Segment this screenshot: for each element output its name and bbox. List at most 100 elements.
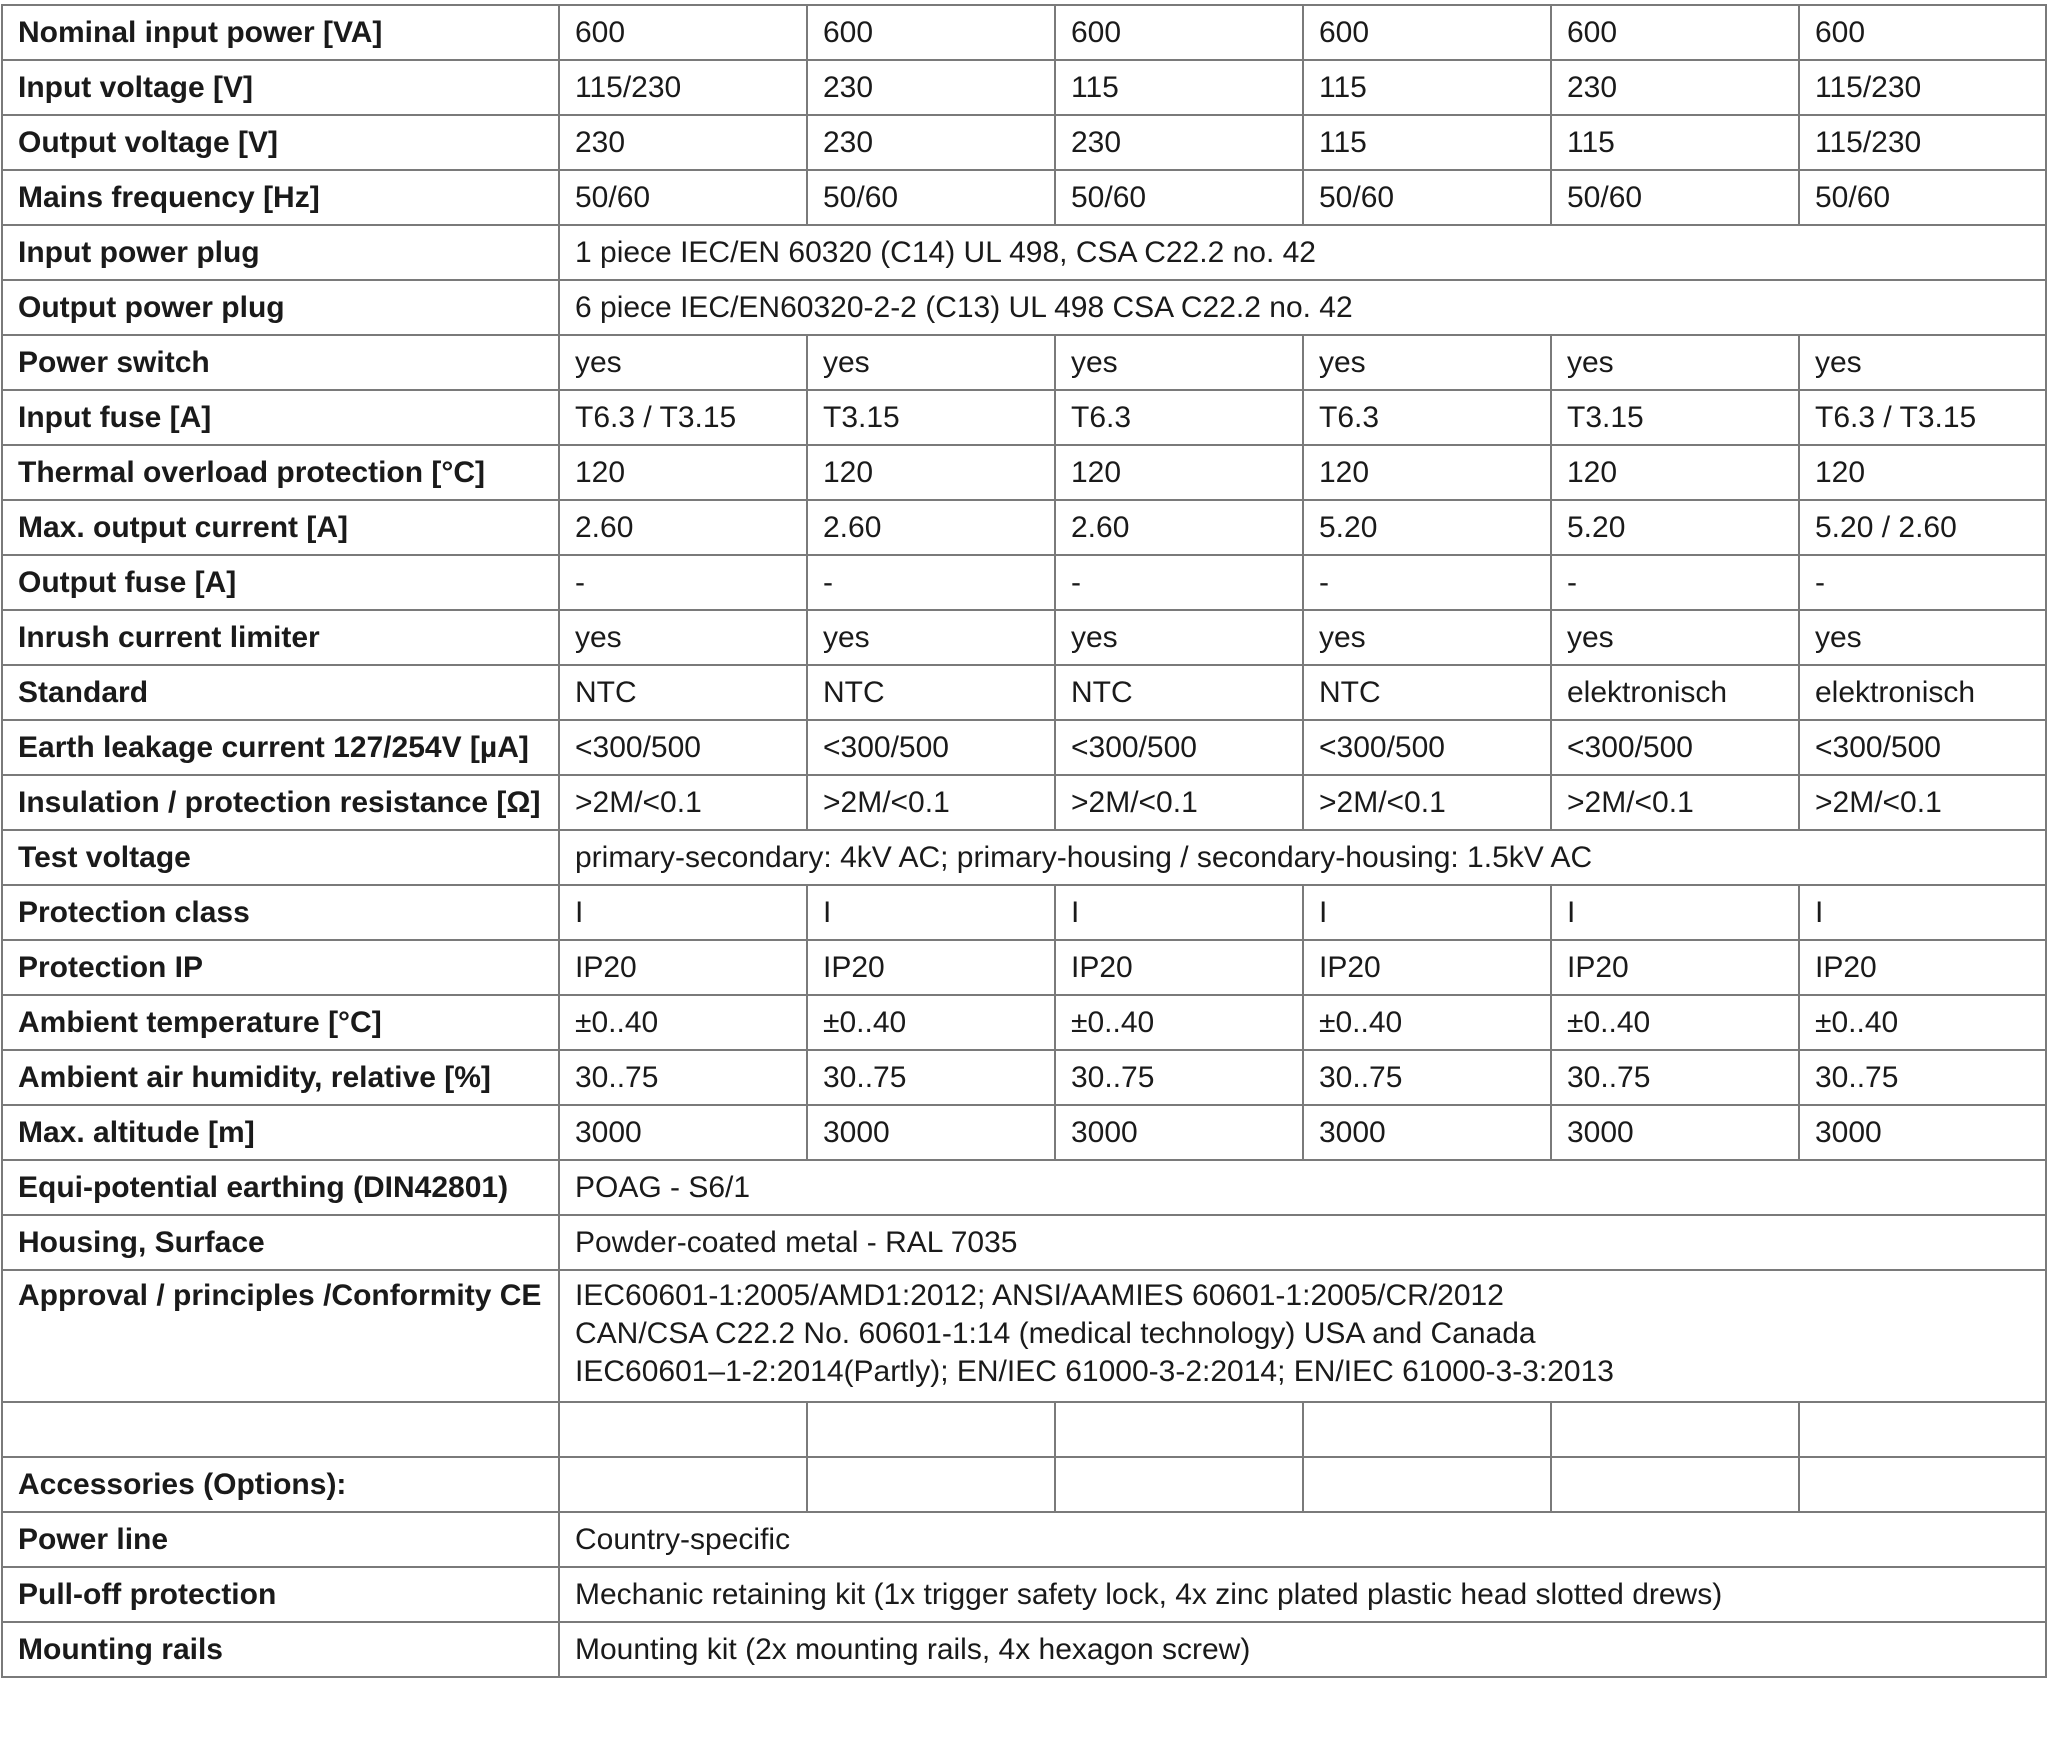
table-row: Input voltage [V] 115/230 230 115 115 230 115/…: [1, 59, 2047, 116]
table-cell: 600: [1550, 4, 1800, 61]
row-label: Standard: [1, 664, 560, 721]
table-cell: 600: [1054, 4, 1304, 61]
table-cell: [1302, 1401, 1552, 1458]
table-row: Input fuse [A] T6.3 / T3.15 T3.15 T6.3 T6.3 T…: [1, 389, 2047, 446]
table-row: Housing, Surface Powder-coated metal - RA…: [1, 1214, 2047, 1271]
table-cell: 120: [806, 444, 1056, 501]
row-label: Output voltage [V]: [1, 114, 560, 171]
table-cell: yes: [1302, 609, 1552, 666]
table-cell: 230: [1054, 114, 1304, 171]
row-label: Input voltage [V]: [1, 59, 560, 116]
table-cell: I: [1302, 884, 1552, 941]
table-cell: -: [1550, 554, 1800, 611]
table-cell: I: [1798, 884, 2047, 941]
table-row: Earth leakage current 127/254V [µA] <300/…: [1, 719, 2047, 776]
table-cell: 600: [806, 4, 1056, 61]
table-cell: [806, 1401, 1056, 1458]
table-cell: <300/500: [558, 719, 808, 776]
table-cell-span: Mounting kit (2x mounting rails, 4x hexa…: [558, 1621, 2047, 1678]
table-row: Standard NTC NTC NTC NTC elektronisch elektron…: [1, 664, 2047, 721]
row-label: Inrush current limiter: [1, 609, 560, 666]
table-cell: [558, 1456, 808, 1513]
table-cell: yes: [1798, 609, 2047, 666]
table-cell: IP20: [1798, 939, 2047, 996]
row-label: Insulation / protection resistance [Ω]: [1, 774, 560, 831]
table-cell: IP20: [1054, 939, 1304, 996]
table-cell: -: [1302, 554, 1552, 611]
table-cell: 600: [1302, 4, 1552, 61]
table-cell: 120: [1302, 444, 1552, 501]
row-label: Power switch: [1, 334, 560, 391]
table-cell: yes: [558, 334, 808, 391]
table-cell-span: Mechanic retaining kit (1x trigger safet…: [558, 1566, 2047, 1623]
table-cell: 600: [1798, 4, 2047, 61]
table-cell: -: [1798, 554, 2047, 611]
table-row: Output voltage [V] 230 230 230 115 115 115/230: [1, 114, 2047, 171]
table-cell-span: primary-secondary: 4kV AC; primary-housi…: [558, 829, 2047, 886]
table-row: Mounting rails Mounting kit (2x mounting …: [1, 1621, 2047, 1678]
table-cell: NTC: [1302, 664, 1552, 721]
table-cell: yes: [1302, 334, 1552, 391]
row-label: Mounting rails: [1, 1621, 560, 1678]
table-cell: [1054, 1401, 1304, 1458]
table-cell: yes: [1798, 334, 2047, 391]
table-row: Max. output current [A] 2.60 2.60 2.60 5.20 5…: [1, 499, 2047, 556]
table-cell: 5.20: [1550, 499, 1800, 556]
table-cell: 30..75: [558, 1049, 808, 1106]
table-row: Inrush current limiter yes yes yes yes yes yes: [1, 609, 2047, 666]
row-label: Protection class: [1, 884, 560, 941]
table-cell: IP20: [806, 939, 1056, 996]
row-label: Nominal input power [VA]: [1, 4, 560, 61]
table-row: Insulation / protection resistance [Ω] >2…: [1, 774, 2047, 831]
row-label: Power line: [1, 1511, 560, 1568]
table-cell: >2M/<0.1: [1550, 774, 1800, 831]
table-cell: 3000: [558, 1104, 808, 1161]
table-cell: I: [1054, 884, 1304, 941]
table-cell: ±0..40: [1054, 994, 1304, 1051]
table-cell: 30..75: [1302, 1049, 1552, 1106]
table-cell: ±0..40: [806, 994, 1056, 1051]
table-row: Equi-potential earthing (DIN42801) POAG -…: [1, 1159, 2047, 1216]
table-cell: 50/60: [806, 169, 1056, 226]
table-cell: T6.3: [1054, 389, 1304, 446]
table-cell: ±0..40: [1302, 994, 1552, 1051]
table-cell: <300/500: [1798, 719, 2047, 776]
table-cell: 230: [558, 114, 808, 171]
table-cell: [1302, 1456, 1552, 1513]
table-cell: >2M/<0.1: [558, 774, 808, 831]
row-label: Accessories (Options):: [1, 1456, 560, 1513]
table-cell: I: [558, 884, 808, 941]
table-cell: 5.20: [1302, 499, 1552, 556]
table-row: Ambient air humidity, relative [%] 30..75…: [1, 1049, 2047, 1106]
table-cell: >2M/<0.1: [806, 774, 1056, 831]
table-cell: <300/500: [1054, 719, 1304, 776]
row-label: Ambient temperature [°C]: [1, 994, 560, 1051]
table-row: Pull-off protection Mechanic retaining ki…: [1, 1566, 2047, 1623]
table-row: Mains frequency [Hz] 50/60 50/60 50/60 50/60…: [1, 169, 2047, 226]
specification-table: Nominal input power [VA] 600 600 600 600 600 6…: [1, 4, 2047, 1678]
table-cell: 3000: [806, 1104, 1056, 1161]
row-label: Earth leakage current 127/254V [µA]: [1, 719, 560, 776]
table-cell: T3.15: [1550, 389, 1800, 446]
row-label: [1, 1401, 560, 1458]
table-cell: 230: [806, 59, 1056, 116]
table-cell: 50/60: [1550, 169, 1800, 226]
table-cell: 120: [558, 444, 808, 501]
specification-table-body: Nominal input power [VA] 600 600 600 600 600 6…: [1, 4, 2047, 1678]
table-cell: 3000: [1054, 1104, 1304, 1161]
table-cell: T3.15: [806, 389, 1056, 446]
table-row: Nominal input power [VA] 600 600 600 600 600 6…: [1, 4, 2047, 61]
table-row: Thermal overload protection [°C] 120 120 12…: [1, 444, 2047, 501]
table-cell: yes: [806, 609, 1056, 666]
table-cell: elektronisch: [1550, 664, 1800, 721]
table-row: Test voltage primary-secondary: 4kV AC; p…: [1, 829, 2047, 886]
table-cell: 120: [1550, 444, 1800, 501]
table-cell: 120: [1798, 444, 2047, 501]
table-cell: I: [806, 884, 1056, 941]
table-cell: [1550, 1401, 1800, 1458]
table-cell: [806, 1456, 1056, 1513]
table-cell: 115/230: [558, 59, 808, 116]
table-cell: >2M/<0.1: [1798, 774, 2047, 831]
row-label: Pull-off protection: [1, 1566, 560, 1623]
row-label: Mains frequency [Hz]: [1, 169, 560, 226]
